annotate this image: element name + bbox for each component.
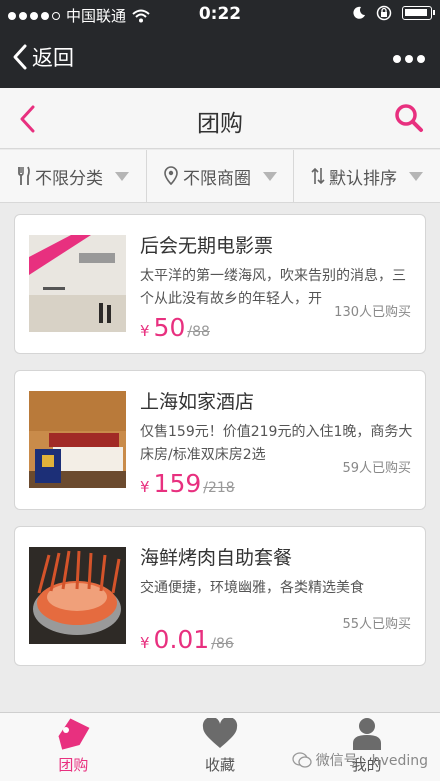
deal-price: ¥ 50 /88 [140,313,210,342]
deal-original-price: /88 [187,324,210,340]
deal-card[interactable]: 海鲜烤肉自助套餐 交通便捷，环境幽雅，各类精选美食 ¥ 0.01 /86 55人… [14,526,426,666]
currency-symbol: ¥ [140,322,150,340]
deal-thumbnail-seafood [29,547,126,644]
deal-price: ¥ 159 /218 [140,469,235,498]
page-title: 团购 [197,111,243,137]
tab-group-buy[interactable]: 团购 [0,713,147,781]
user-icon [352,718,381,750]
deal-card[interactable]: 后会无期电影票 太平洋的第一缕海风，吹来告别的消息，三个从此没有故乡的年轻人，开… [14,214,426,354]
sort-icon [311,167,325,185]
deal-original-price: /86 [211,636,234,652]
utensils-icon [18,166,30,185]
filter-area-label: 不限商圈 [183,168,251,189]
wechat-back-label: 返回 [32,46,74,70]
wechat-logo-icon [292,752,312,768]
filter-category[interactable]: 不限分类 [0,150,147,202]
deal-name: 上海如家酒店 [140,391,255,413]
wechat-nav-bar: 返回 [0,28,440,88]
status-bar: 中国联通 0:22 [0,0,440,28]
search-button[interactable] [394,103,424,137]
status-right [352,5,435,21]
currency-symbol: ¥ [140,634,150,652]
tab-group-buy-label: 团购 [58,756,89,774]
deal-price-value: 0.01 [153,625,210,654]
filter-category-label: 不限分类 [35,168,103,189]
watermark-text: 微信号：hveding [315,753,428,769]
deal-sold-count: 55人已购买 [342,617,411,632]
currency-symbol: ¥ [140,478,150,496]
deal-sold-count: 130人已购买 [334,305,411,320]
wechat-watermark: 微信号：hveding [292,750,428,770]
deal-card[interactable]: 上海如家酒店 仅售159元！价值219元的入住1晚，商务大床房/标准双床房2选 … [14,370,426,510]
tag-icon [58,718,90,750]
tab-favorites-label: 收藏 [205,756,236,774]
deal-price: ¥ 0.01 /86 [140,625,234,654]
deal-price-value: 50 [153,313,186,342]
page-header: 团购 [0,88,440,149]
tab-favorites[interactable]: 收藏 [147,713,294,781]
filter-sort-label: 默认排序 [329,168,397,189]
deal-thumbnail-hotel [29,391,126,488]
caret-down-icon [115,171,129,181]
bottom-tab-bar: 团购 收藏 我的 [0,712,440,781]
location-pin-icon [164,166,178,186]
wechat-back-button[interactable]: 返回 [12,42,74,72]
deal-name: 后会无期电影票 [140,235,274,257]
more-options-button[interactable] [392,46,426,66]
deal-description: 交通便捷，环境幽雅，各类精选美食 [140,580,364,596]
deal-sold-count: 59人已购买 [342,461,411,476]
filter-bar: 不限分类 不限商圈 默认排序 [0,150,440,203]
filter-sort[interactable]: 默认排序 [294,150,440,202]
tab-mine[interactable]: 我的 [293,713,440,781]
caret-down-icon [263,171,277,181]
moon-icon [353,6,365,19]
deal-original-price: /218 [203,480,235,496]
deal-price-value: 159 [153,469,202,498]
deal-thumbnail-movie [29,235,126,332]
more-dots-icon [393,55,425,63]
filter-area[interactable]: 不限商圈 [147,150,294,202]
deal-name: 海鲜烤肉自助套餐 [140,547,293,569]
chevron-left-icon [13,44,27,70]
search-icon [395,104,423,132]
battery-icon [402,6,435,20]
rotation-lock-icon [376,5,392,21]
caret-down-icon [409,171,423,181]
heart-icon [202,718,238,748]
